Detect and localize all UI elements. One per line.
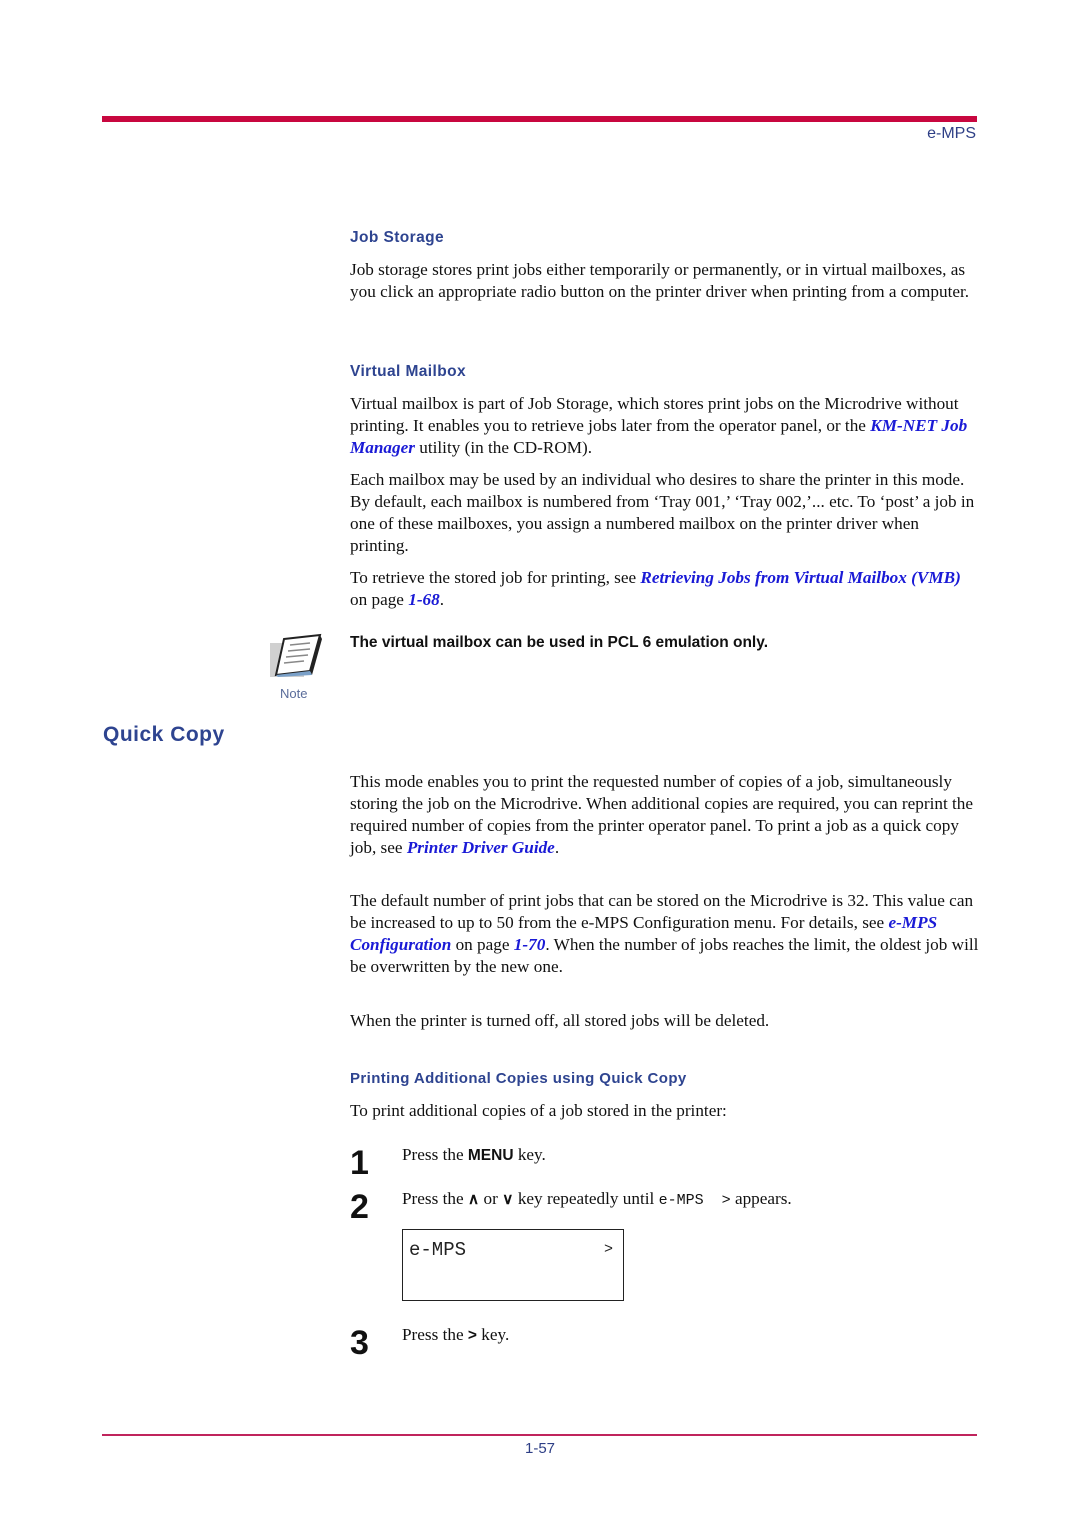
step-2-number: 2 xyxy=(350,1188,369,1226)
text: Virtual mailbox is part of Job Storage, … xyxy=(350,394,959,435)
page-number: 1-57 xyxy=(524,1440,556,1457)
lcd-line-1: e-MPS xyxy=(409,1239,467,1261)
virtual-mailbox-p1: Virtual mailbox is part of Job Storage, … xyxy=(350,393,980,459)
menu-key-label: MENU xyxy=(467,1147,514,1164)
text: To retrieve the stored job for printing,… xyxy=(350,568,641,587)
note-label: Note xyxy=(280,686,308,701)
step-3-number: 3 xyxy=(350,1324,369,1362)
right-key-label: > xyxy=(467,1327,477,1344)
text: The default number of print jobs that ca… xyxy=(350,891,974,932)
text: Press the xyxy=(402,1189,468,1208)
display-message: e-MPS > xyxy=(658,1192,731,1209)
text: key repeatedly until xyxy=(513,1189,659,1208)
text: key. xyxy=(476,1325,510,1344)
text: key. xyxy=(513,1145,546,1164)
header-rule xyxy=(102,116,977,122)
quick-copy-p3: When the printer is turned off, all stor… xyxy=(350,1011,770,1030)
step-2-text: Press the ∧ or ∨ key repeatedly until e-… xyxy=(402,1188,792,1212)
note-paper-icon xyxy=(270,633,326,679)
job-storage-heading: Job Storage xyxy=(350,229,444,246)
text: Press the xyxy=(402,1325,468,1344)
text: appears. xyxy=(730,1189,792,1208)
page-1-70-link[interactable]: 1-70 xyxy=(514,935,546,954)
down-arrow-icon: ∨ xyxy=(502,1191,514,1208)
virtual-mailbox-p3: To retrieve the stored job for printing,… xyxy=(350,567,980,611)
running-head: e-MPS xyxy=(927,125,976,142)
step-1-number: 1 xyxy=(350,1144,369,1182)
up-arrow-icon: ∧ xyxy=(467,1191,480,1208)
text: . xyxy=(554,838,560,857)
virtual-mailbox-heading: Virtual Mailbox xyxy=(350,363,466,380)
step-3-text: Press the > key. xyxy=(402,1324,509,1347)
virtual-mailbox-p2: Each mailbox may be used by an individua… xyxy=(350,470,975,555)
lcd-arrow-icon: > xyxy=(603,1241,613,1258)
lcd-display: e-MPS > xyxy=(402,1229,624,1301)
text: Press the xyxy=(402,1145,468,1164)
quick-copy-p2: The default number of print jobs that ca… xyxy=(350,890,980,978)
retrieving-jobs-link[interactable]: Retrieving Jobs from Virtual Mailbox (VM… xyxy=(640,568,960,587)
footer-rule xyxy=(102,1434,977,1436)
quick-copy-p1: This mode enables you to print the reque… xyxy=(350,771,980,859)
quick-copy-heading: Quick Copy xyxy=(103,723,225,746)
additional-copies-intro: To print additional copies of a job stor… xyxy=(350,1101,727,1120)
additional-copies-heading: Printing Additional Copies using Quick C… xyxy=(350,1070,687,1087)
step-1-text: Press the MENU key. xyxy=(402,1144,546,1167)
text: or xyxy=(479,1189,503,1208)
text: . xyxy=(439,590,445,609)
page-1-68-link[interactable]: 1-68 xyxy=(408,590,440,609)
printer-driver-guide-link[interactable]: Printer Driver Guide xyxy=(407,838,555,857)
note-text: The virtual mailbox can be used in PCL 6… xyxy=(350,634,769,651)
text: utility (in the CD-ROM). xyxy=(414,438,593,457)
text: on page xyxy=(350,590,409,609)
text: on page xyxy=(451,935,514,954)
job-storage-body: Job storage stores print jobs either tem… xyxy=(350,260,970,301)
